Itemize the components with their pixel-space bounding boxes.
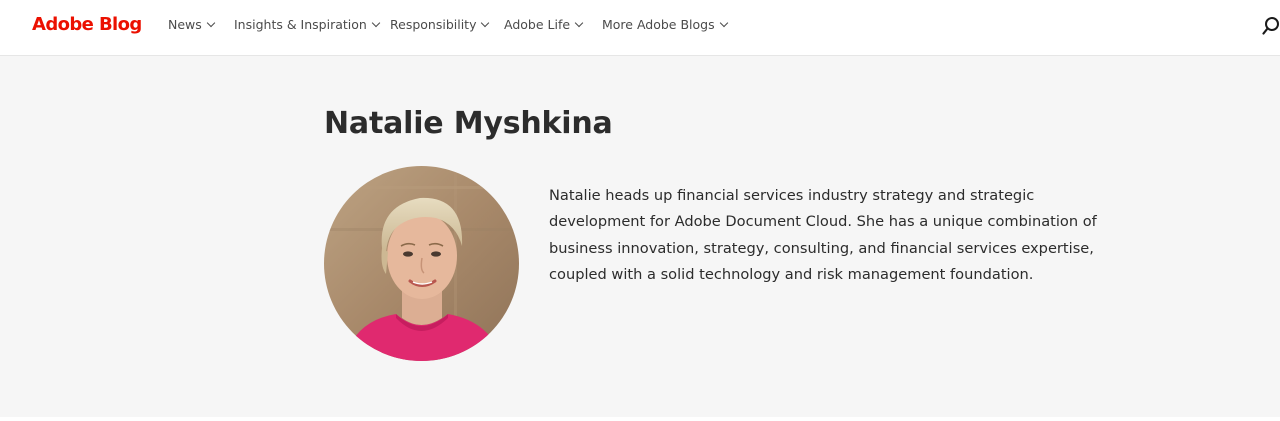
nav-item-label: Responsibility — [390, 17, 477, 32]
nav-item-label: Insights & Inspiration — [234, 17, 367, 32]
author-avatar — [324, 166, 519, 361]
chevron-down-icon — [574, 18, 584, 28]
chevron-down-icon — [371, 18, 381, 28]
nav-item-more-adobe-blogs[interactable]: More Adobe Blogs — [602, 17, 728, 32]
nav-item-label: Adobe Life — [504, 17, 571, 32]
chevron-down-icon — [481, 18, 490, 28]
chevron-down-icon — [719, 18, 728, 28]
author-name: Natalie Myshkina — [324, 106, 613, 141]
nav-item-adobe-life[interactable]: Adobe Life — [504, 17, 584, 32]
site-header: Adobe Blog News Insights & Inspiration R… — [0, 0, 1280, 56]
author-profile: Natalie Myshkina Natalie heads up financ… — [0, 56, 1280, 417]
adobe-blog-logo[interactable]: Adobe Blog — [32, 14, 142, 35]
nav-item-insights-inspiration[interactable]: Insights & Inspiration — [234, 17, 381, 32]
nav-item-responsibility[interactable]: Responsibility — [390, 17, 490, 32]
search-icon[interactable] — [1262, 16, 1280, 36]
nav-item-news[interactable]: News — [168, 17, 216, 32]
author-bio: Natalie heads up financial services indu… — [549, 187, 1097, 283]
nav-item-label: News — [168, 17, 202, 32]
nav-item-label: More Adobe Blogs — [602, 17, 715, 32]
chevron-down-icon — [206, 18, 216, 28]
